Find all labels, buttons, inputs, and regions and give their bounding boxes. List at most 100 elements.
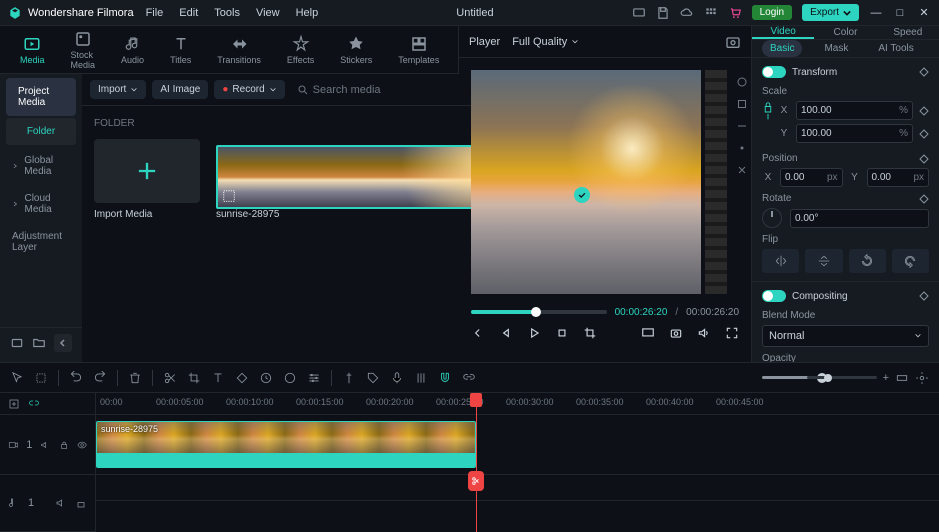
new-bin-icon[interactable] <box>10 336 24 350</box>
new-folder-icon[interactable] <box>32 336 46 350</box>
compositing-toggle[interactable] <box>762 290 786 302</box>
snapshot-icon[interactable] <box>725 34 741 50</box>
sidebar-adjustment-layer[interactable]: Adjustment Layer <box>0 223 82 261</box>
subtab-ai-tools[interactable]: AI Tools <box>870 40 921 57</box>
zoom-in-button[interactable]: + <box>883 372 889 384</box>
cart-icon[interactable] <box>728 6 742 20</box>
menu-file[interactable]: File <box>146 7 164 19</box>
collapse-sidebar-button[interactable] <box>54 334 72 352</box>
position-y-input[interactable]: 0.00px <box>867 168 930 187</box>
stop-icon[interactable] <box>555 326 569 340</box>
track-mute-icon[interactable] <box>40 439 50 451</box>
export-button[interactable]: Export <box>802 4 859 21</box>
sidebar-cloud-media[interactable]: Cloud Media <box>0 185 82 223</box>
magnet-icon[interactable] <box>438 371 452 385</box>
tag-icon[interactable] <box>366 371 380 385</box>
flip-horizontal-button[interactable] <box>762 249 799 273</box>
sidebar-folder[interactable]: Folder <box>6 118 76 145</box>
player-tool-5-icon[interactable] <box>736 164 748 176</box>
speed-tool-icon[interactable] <box>259 371 273 385</box>
menu-edit[interactable]: Edit <box>179 7 198 19</box>
playhead[interactable] <box>476 393 477 532</box>
keyframe-tool-icon[interactable] <box>235 371 249 385</box>
audio-track-header[interactable]: 1 <box>0 475 95 532</box>
rotate-dial[interactable] <box>762 208 782 228</box>
timeline-settings-icon[interactable] <box>915 371 929 385</box>
import-media-tile[interactable]: Import Media <box>94 139 200 220</box>
tab-transitions[interactable]: Transitions <box>217 35 261 65</box>
cloud-icon[interactable] <box>680 6 694 20</box>
device-icon[interactable] <box>632 6 646 20</box>
apps-icon[interactable] <box>704 6 718 20</box>
scale-y-input[interactable]: 100.00% <box>796 124 913 143</box>
player-tool-2-icon[interactable] <box>736 98 748 110</box>
flip-vertical-button[interactable] <box>805 249 842 273</box>
scale-y-keyframe[interactable] <box>919 129 929 139</box>
add-track-icon[interactable] <box>8 398 20 410</box>
redo-icon[interactable] <box>93 371 107 385</box>
tab-templates[interactable]: Templates <box>398 35 439 65</box>
delete-icon[interactable] <box>128 371 142 385</box>
record-dropdown[interactable]: ●Record <box>214 80 284 99</box>
sidebar-global-media[interactable]: Global Media <box>0 147 82 185</box>
import-dropdown[interactable]: Import <box>90 80 146 99</box>
login-button[interactable]: Login <box>752 5 792 20</box>
color-tool-icon[interactable] <box>283 371 297 385</box>
tab-audio[interactable]: Audio <box>121 35 144 65</box>
close-button[interactable]: ✕ <box>917 6 931 20</box>
rotate-cw-button[interactable] <box>892 249 929 273</box>
rotate-keyframe[interactable] <box>919 194 929 204</box>
volume-icon[interactable] <box>697 326 711 340</box>
player-tool-1-icon[interactable] <box>736 76 748 88</box>
menu-view[interactable]: View <box>256 7 280 19</box>
subtab-mask[interactable]: Mask <box>816 40 856 57</box>
crop-tool-icon[interactable] <box>187 371 201 385</box>
save-icon[interactable] <box>656 6 670 20</box>
link-icon[interactable] <box>462 371 476 385</box>
tab-effects[interactable]: Effects <box>287 35 314 65</box>
undo-icon[interactable] <box>69 371 83 385</box>
marker-icon[interactable] <box>342 371 356 385</box>
track-lock-icon[interactable] <box>59 439 69 451</box>
display-icon[interactable] <box>641 326 655 340</box>
camera-icon[interactable] <box>669 326 683 340</box>
rotate-input[interactable]: 0.00° <box>790 209 929 228</box>
position-x-input[interactable]: 0.00px <box>780 168 843 187</box>
playback-progress[interactable] <box>471 310 607 314</box>
ai-image-button[interactable]: AI Image <box>152 80 208 99</box>
pointer-tool-icon[interactable] <box>10 371 24 385</box>
zoom-slider[interactable] <box>807 376 877 379</box>
scale-x-keyframe[interactable] <box>919 106 929 116</box>
menu-tools[interactable]: Tools <box>214 7 240 19</box>
tab-stock-media[interactable]: Stock Media <box>71 30 96 70</box>
minimize-button[interactable]: — <box>869 6 883 20</box>
quality-dropdown[interactable]: Full Quality <box>512 36 579 48</box>
transform-keyframe-icon[interactable] <box>919 67 929 77</box>
blend-mode-select[interactable]: Normal <box>762 325 929 347</box>
tab-color[interactable]: Color <box>814 26 876 39</box>
rotate-ccw-button[interactable] <box>849 249 886 273</box>
fullscreen-icon[interactable] <box>725 326 739 340</box>
tab-stickers[interactable]: Stickers <box>340 35 372 65</box>
audio-lock-icon[interactable] <box>75 497 87 509</box>
mixer-icon[interactable] <box>414 371 428 385</box>
play-back-icon[interactable] <box>499 326 513 340</box>
play-icon[interactable] <box>527 326 541 340</box>
position-keyframe[interactable] <box>919 154 929 164</box>
compositing-keyframe[interactable] <box>919 291 929 301</box>
split-icon[interactable] <box>163 371 177 385</box>
crop-icon[interactable] <box>583 326 597 340</box>
selection-tool-icon[interactable] <box>34 371 48 385</box>
track-link-icon[interactable] <box>28 398 40 410</box>
text-icon[interactable] <box>211 371 225 385</box>
subtab-basic[interactable]: Basic <box>762 40 802 57</box>
player-tool-3-icon[interactable] <box>736 120 748 132</box>
video-preview[interactable] <box>471 70 701 294</box>
menu-help[interactable]: Help <box>296 7 319 19</box>
track-visibility-icon[interactable] <box>77 439 87 451</box>
adjust-icon[interactable] <box>307 371 321 385</box>
tab-media[interactable]: Media <box>20 35 45 65</box>
timeline-ruler[interactable]: 00:00 00:00:05:00 00:00:10:00 00:00:15:0… <box>96 393 939 415</box>
tab-video[interactable]: Video <box>752 26 814 39</box>
tab-speed[interactable]: Speed <box>877 26 939 39</box>
